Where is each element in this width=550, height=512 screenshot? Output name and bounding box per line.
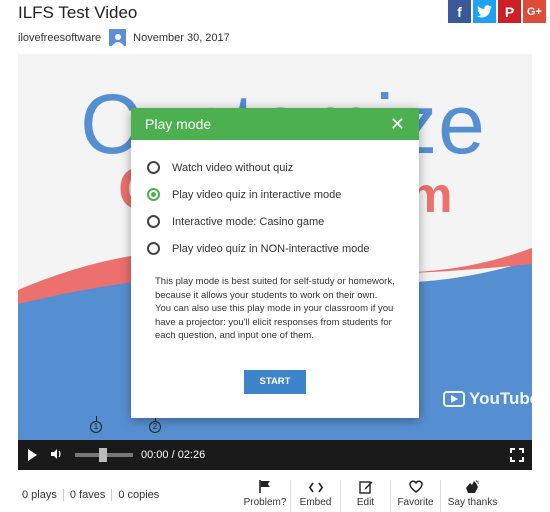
fullscreen-icon[interactable] [510, 448, 524, 462]
heart-icon [408, 480, 423, 497]
publish-date: November 30, 2017 [133, 31, 230, 44]
speaker-icon[interactable] [51, 448, 63, 462]
pinterest-share-button[interactable]: P [498, 0, 521, 23]
flag-icon [259, 480, 271, 497]
video-player[interactable]: Customize Q m YouTube 1 2 00:00 / 02:26 [18, 54, 532, 470]
option-interactive-mode[interactable]: Play video quiz in interactive mode [147, 181, 403, 208]
google-plus-share-button[interactable]: G+ [523, 0, 546, 23]
google-plus-icon: G+ [527, 5, 542, 18]
option-label: Play video quiz in NON-interactive mode [172, 242, 370, 255]
option-label: Play video quiz in interactive mode [172, 188, 342, 201]
author-link[interactable]: ilovefreesoftware [18, 32, 101, 44]
copies-count: 0 copies [111, 489, 165, 501]
say-thanks-button[interactable]: Say thanks [440, 480, 504, 512]
radio-button[interactable] [147, 242, 160, 255]
start-button[interactable]: START [244, 369, 306, 394]
option-casino-game[interactable]: Interactive mode: Casino game [147, 208, 403, 235]
pinterest-icon: P [504, 3, 515, 20]
option-watch-without-quiz[interactable]: Watch video without quiz [147, 154, 403, 181]
seek-bar[interactable] [75, 448, 133, 462]
option-label: Watch video without quiz [172, 161, 294, 174]
time-readout: 00:00 / 02:26 [141, 449, 206, 461]
embed-label: Embed [299, 497, 332, 508]
dialog-header: Play mode ✕ [131, 108, 419, 140]
player-controls: 00:00 / 02:26 [18, 440, 532, 470]
close-icon[interactable]: ✕ [390, 115, 405, 133]
option-non-interactive-mode[interactable]: Play video quiz in NON-interactive mode [147, 235, 403, 262]
radio-button-selected[interactable] [147, 188, 160, 201]
embed-button[interactable]: Embed [290, 480, 340, 512]
share-bar: f P G+ [448, 0, 546, 23]
marker-number: 1 [90, 421, 102, 433]
faves-count: 0 faves [62, 489, 111, 501]
video-title: ILFS Test Video [18, 3, 138, 22]
problem-button[interactable]: Problem? [240, 480, 290, 512]
question-marker[interactable]: 1 [90, 416, 102, 433]
twitter-icon [477, 5, 492, 18]
favorite-label: Favorite [397, 497, 434, 508]
action-bar: Problem? Embed Edit Favorite Say thanks [240, 480, 504, 512]
problem-label: Problem? [243, 497, 287, 508]
option-label: Interactive mode: Casino game [172, 215, 325, 228]
clapping-hands-icon [465, 480, 480, 497]
video-meta: ilovefreesoftware November 30, 2017 [18, 29, 230, 46]
play-button[interactable] [28, 449, 37, 461]
dialog-body: Watch video without quiz Play video quiz… [131, 140, 419, 394]
edit-icon [358, 480, 373, 497]
avatar [109, 29, 127, 46]
radio-button[interactable] [147, 161, 160, 174]
code-icon [308, 480, 323, 497]
user-icon [111, 34, 124, 46]
seek-handle[interactable] [99, 448, 107, 462]
edit-label: Edit [356, 497, 375, 508]
plays-count: 0 plays [22, 489, 57, 501]
mode-description: This play mode is best suited for self-s… [155, 276, 395, 341]
say-thanks-label: Say thanks [447, 497, 498, 508]
video-stats: 0 plays 0 faves 0 copies [22, 489, 165, 501]
marker-number: 2 [149, 421, 161, 433]
edit-button[interactable]: Edit [340, 480, 390, 512]
dialog-title: Play mode [145, 116, 212, 132]
question-marker[interactable]: 2 [149, 416, 161, 433]
radio-button[interactable] [147, 215, 160, 228]
play-mode-dialog: Play mode ✕ Watch video without quiz Pla… [131, 108, 419, 418]
facebook-share-button[interactable]: f [448, 0, 471, 23]
facebook-icon: f [457, 3, 462, 20]
favorite-button[interactable]: Favorite [390, 480, 440, 512]
twitter-share-button[interactable] [473, 0, 496, 23]
